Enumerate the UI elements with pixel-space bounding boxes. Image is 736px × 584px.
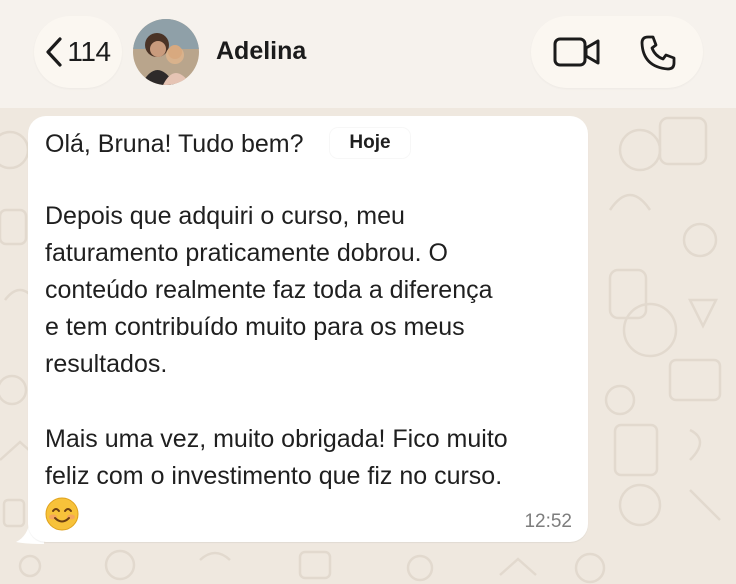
video-call-button[interactable] (553, 36, 601, 68)
chevron-left-icon (46, 37, 63, 67)
voice-call-button[interactable] (639, 34, 677, 72)
avatar[interactable] (133, 19, 199, 85)
call-actions (531, 16, 703, 88)
message-line: faturamento praticamente dobrou. O (45, 239, 449, 267)
unread-count: 114 (67, 36, 111, 67)
message-line: Mais uma vez, muito obrigada! Fico muito (45, 425, 508, 453)
message-line: e tem contribuído muito para os meus (45, 313, 465, 341)
date-chip: Hoje (330, 128, 410, 158)
message-line: feliz com o investimento que fiz no curs… (45, 462, 503, 490)
message-line: conteúdo realmente faz toda a diferença (45, 276, 493, 304)
message-line: Olá, Bruna! Tudo bem? (45, 130, 304, 158)
message-timestamp: 12:52 (524, 511, 572, 532)
chat-header: 114 Adelina (0, 0, 736, 108)
smiling-face-emoji (45, 497, 79, 531)
contact-name[interactable]: Adelina (216, 37, 306, 66)
avatar-photo (133, 19, 199, 85)
message-line: resultados. (45, 350, 168, 378)
message-line: Depois que adquiri o curso, meu (45, 202, 405, 230)
phone-icon (640, 35, 676, 71)
message-bubble[interactable]: Olá, Bruna! Tudo bem? Hoje Depois que ad… (28, 116, 588, 542)
back-button[interactable]: 114 (34, 16, 122, 88)
video-camera-icon (553, 37, 600, 67)
